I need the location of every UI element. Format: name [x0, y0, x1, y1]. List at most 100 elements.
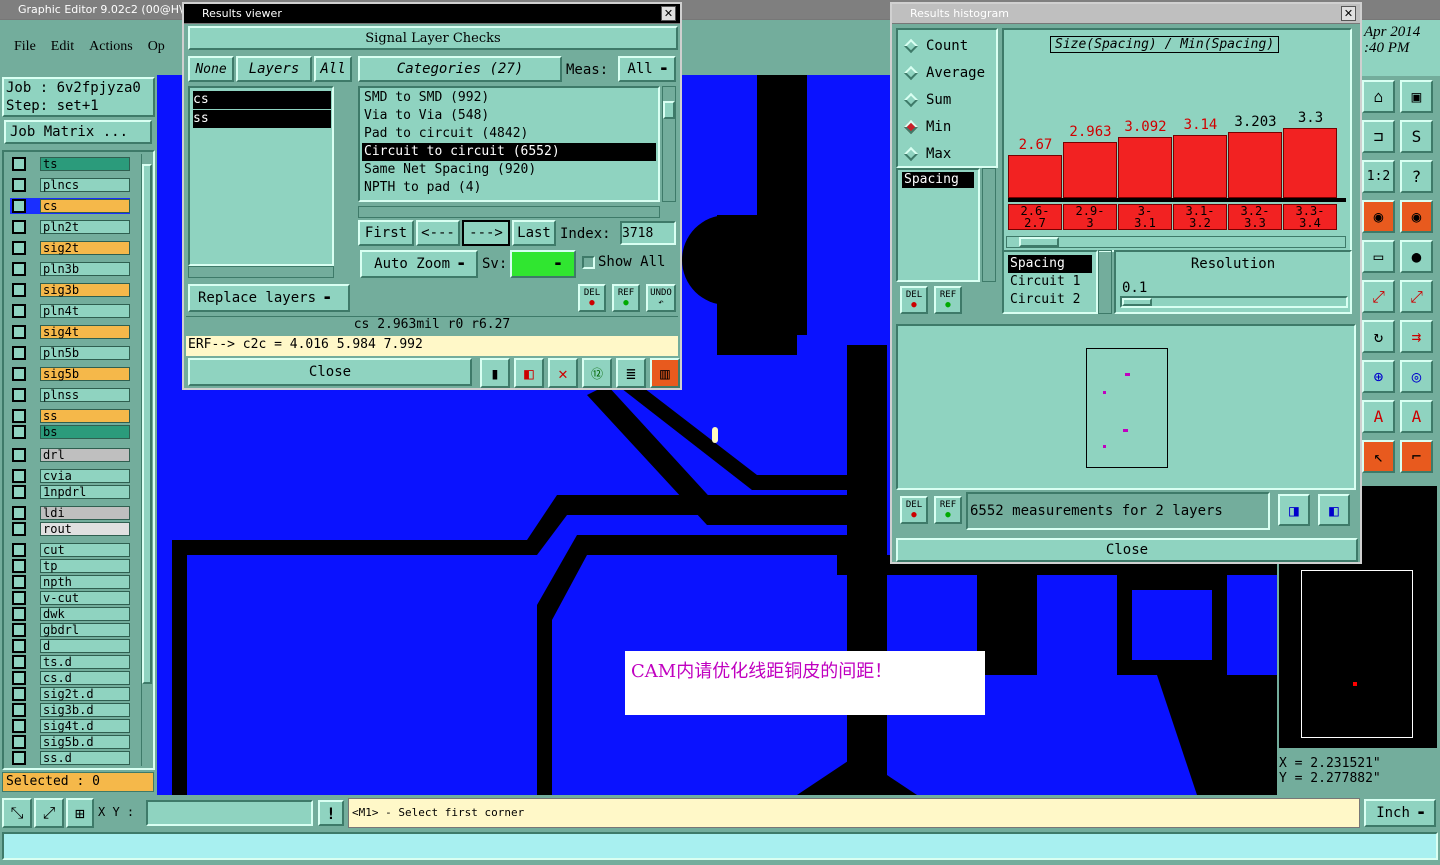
category-list[interactable]: SMD to SMD (992) Via to Via (548) Pad to c…: [358, 86, 660, 202]
layer-row[interactable]: d: [10, 638, 130, 654]
export-icon[interactable]: ◧: [514, 358, 544, 388]
histogram-bar[interactable]: [1008, 155, 1062, 198]
index-input[interactable]: [620, 221, 676, 245]
histogram-bar[interactable]: [1283, 127, 1337, 198]
mode-radio[interactable]: Min: [898, 113, 996, 140]
category-scroll-thumb[interactable]: [663, 101, 675, 119]
layer-checkbox[interactable]: [12, 719, 26, 733]
histogram-bar[interactable]: [1063, 142, 1117, 198]
layer-row[interactable]: ts: [10, 156, 130, 172]
layer-checkbox[interactable]: [12, 325, 26, 339]
layer-row[interactable]: ldi: [10, 505, 130, 521]
layer-checkbox[interactable]: [12, 735, 26, 749]
result-layer-item[interactable]: cs: [193, 91, 331, 109]
resolution-slider-handle[interactable]: [1122, 298, 1152, 306]
command-line[interactable]: [2, 832, 1438, 860]
histogram-close-button[interactable]: Close: [896, 538, 1358, 562]
close-icon[interactable]: ✕: [661, 6, 676, 21]
layer-row[interactable]: plncs: [10, 177, 130, 193]
layer-row[interactable]: ss: [10, 408, 130, 424]
hist-ref-button[interactable]: REF ●: [934, 286, 962, 314]
layer-checkbox[interactable]: [12, 591, 26, 605]
menu-item[interactable]: Edit: [51, 39, 74, 55]
report-icon[interactable]: ≣: [616, 358, 646, 388]
layer-checkbox[interactable]: [12, 559, 26, 573]
ref-button[interactable]: REF ●: [612, 284, 640, 312]
layer-checkbox[interactable]: [12, 388, 26, 402]
histogram-bar[interactable]: [1173, 134, 1227, 198]
menu-item[interactable]: Op: [148, 39, 165, 55]
measure2-icon[interactable]: ⤢: [1400, 280, 1433, 313]
layer-checkbox[interactable]: [12, 157, 26, 171]
layer-row[interactable]: ss.d: [10, 750, 130, 766]
layer-row[interactable]: sig2t: [10, 240, 130, 256]
pad-icon[interactable]: ●: [1400, 240, 1433, 273]
layer-checkbox[interactable]: [12, 522, 26, 536]
help-icon[interactable]: ?: [1400, 160, 1433, 193]
histogram-icon[interactable]: ▥: [650, 358, 680, 388]
category-hscroll[interactable]: [358, 206, 660, 218]
layer-scroll-thumb[interactable]: [142, 164, 152, 684]
layer-row[interactable]: ts.d: [10, 654, 130, 670]
histogram-bar[interactable]: [1228, 131, 1282, 198]
hist-del-button[interactable]: DEL ●: [900, 286, 928, 314]
layer-row[interactable]: cut: [10, 542, 130, 558]
mode-radio[interactable]: Count: [898, 32, 996, 59]
category-item[interactable]: NPTH to pad (4): [362, 179, 656, 197]
layer-row[interactable]: pln5b: [10, 345, 130, 361]
layer-checkbox[interactable]: [12, 671, 26, 685]
layer-checkbox[interactable]: [12, 506, 26, 520]
mode-radio[interactable]: Sum: [898, 86, 996, 113]
job-matrix-button[interactable]: Job Matrix ...: [4, 120, 152, 144]
fit-icon[interactable]: ⊕: [1362, 360, 1395, 393]
layer-row[interactable]: sig4t.d: [10, 718, 130, 734]
layer-row[interactable]: tp: [10, 558, 130, 574]
export-chart-icon[interactable]: ◨: [1278, 494, 1310, 526]
layer-row[interactable]: cvia: [10, 468, 130, 484]
layer-checkbox[interactable]: [12, 409, 26, 423]
measure-item[interactable]: Spacing: [902, 172, 974, 188]
layer-results-list[interactable]: cs ss: [188, 86, 334, 266]
layer-row[interactable]: npth: [10, 574, 130, 590]
none-button[interactable]: None: [188, 56, 234, 82]
grid-icon[interactable]: ⊞: [66, 798, 94, 828]
category-item[interactable]: Circuit to circuit (6552): [362, 143, 656, 161]
layer-row[interactable]: sig5b: [10, 366, 130, 382]
layer-checkbox[interactable]: [12, 607, 26, 621]
menu-item[interactable]: Actions: [89, 39, 133, 55]
field-item[interactable]: Circuit 2: [1008, 291, 1092, 309]
layer-row[interactable]: pln2t: [10, 219, 130, 235]
layer-checkbox[interactable]: [12, 367, 26, 381]
layer-checkbox[interactable]: [12, 469, 26, 483]
show-all-checkbox[interactable]: [582, 255, 595, 269]
pointer-icon[interactable]: ↖: [1362, 440, 1395, 473]
auto-zoom-dropdown[interactable]: Auto Zoom ▬: [360, 250, 478, 278]
preview-ref-button[interactable]: REF ●: [934, 496, 962, 524]
field-item[interactable]: Spacing: [1008, 255, 1092, 273]
layer-checkbox[interactable]: [12, 639, 26, 653]
layer-row[interactable]: dwk: [10, 606, 130, 622]
layer-checkbox[interactable]: [12, 199, 26, 213]
route-icon[interactable]: ⌐: [1400, 440, 1433, 473]
color-layer-icon[interactable]: ▮: [480, 358, 510, 388]
ruler-icon[interactable]: ▭: [1362, 240, 1395, 273]
layer-checkbox[interactable]: [12, 241, 26, 255]
page-icon[interactable]: ⑫: [582, 358, 612, 388]
undo-button[interactable]: UNDO ↶: [646, 284, 676, 312]
first-button[interactable]: First: [358, 220, 414, 246]
window-icon[interactable]: ▣: [1400, 80, 1433, 113]
histogram-bar[interactable]: [1118, 136, 1172, 198]
menu-item[interactable]: File: [14, 39, 36, 55]
preview-del-button[interactable]: DEL ●: [900, 496, 928, 524]
layer-checkbox[interactable]: [12, 623, 26, 637]
alert-icon[interactable]: !: [318, 800, 344, 826]
mode-radio[interactable]: Average: [898, 59, 996, 86]
compare-icon[interactable]: ⇉: [1400, 320, 1433, 353]
meas-dropdown[interactable]: All ▬: [618, 56, 676, 82]
layer-list-scrollbar[interactable]: [141, 154, 152, 766]
categories-button[interactable]: Categories (27): [358, 56, 562, 82]
layer-checkbox[interactable]: [12, 283, 26, 297]
layer-row[interactable]: v-cut: [10, 590, 130, 606]
layer-checkbox[interactable]: [12, 543, 26, 557]
layer-checkbox[interactable]: [12, 703, 26, 717]
